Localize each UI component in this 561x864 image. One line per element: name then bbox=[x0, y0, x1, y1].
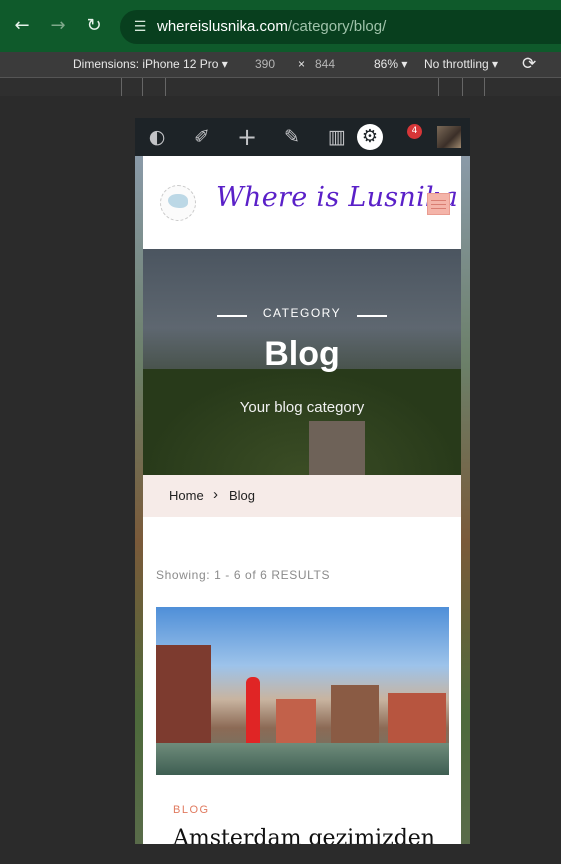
stats-icon[interactable]: ▥ bbox=[325, 126, 349, 148]
media-query-ruler bbox=[0, 78, 561, 96]
site-logo[interactable] bbox=[160, 185, 196, 221]
hero-kicker: CATEGORY bbox=[262, 306, 342, 320]
device-label: Dimensions: iPhone 12 Pro bbox=[73, 57, 219, 71]
device-select[interactable]: Dimensions: iPhone 12 Pro ▾ bbox=[73, 57, 228, 71]
category-hero: CATEGORY Blog Your blog category bbox=[143, 249, 461, 475]
breadcrumb-home[interactable]: Home bbox=[169, 488, 204, 503]
hamburger-menu-icon[interactable] bbox=[427, 193, 450, 215]
zoom-select[interactable]: 86% ▾ bbox=[374, 57, 407, 71]
house-shape bbox=[156, 645, 211, 745]
ruler-tick bbox=[121, 78, 122, 96]
zoom-value: 86% bbox=[374, 57, 399, 71]
settings-icon[interactable]: ⚙ bbox=[357, 124, 383, 150]
customize-icon[interactable]: ✐ bbox=[190, 126, 214, 148]
site-header: Where is Lusnika bbox=[143, 156, 461, 250]
device-toolbar: Dimensions: iPhone 12 Pro ▾ 390 × 844 86… bbox=[0, 52, 561, 78]
house-shape bbox=[276, 699, 316, 745]
ruler-tick bbox=[438, 78, 439, 96]
menu-line bbox=[431, 208, 446, 209]
address-bar[interactable]: ☰ whereislusnika.com/category/blog/ bbox=[120, 10, 561, 44]
reload-icon[interactable]: ↻ bbox=[80, 12, 108, 40]
hero-forest bbox=[143, 369, 461, 475]
post-title[interactable]: Amsterdam gezimizden bbox=[173, 826, 435, 844]
results-count: Showing: 1 - 6 of 6 RESULTS bbox=[156, 568, 331, 582]
device-viewport: ◐ ✐ + ✎ ▥ ⚙ 4 Where is Lusnika CATEGORY bbox=[135, 118, 470, 844]
chevron-down-icon: ▾ bbox=[401, 57, 408, 71]
house-shape bbox=[331, 685, 379, 745]
post-thumbnail[interactable] bbox=[156, 607, 449, 775]
ruler-tick bbox=[165, 78, 166, 96]
edit-icon[interactable]: ✎ bbox=[280, 126, 304, 148]
wp-admin-bar: ◐ ✐ + ✎ ▥ ⚙ 4 bbox=[135, 118, 470, 156]
breadcrumb: Home › Blog bbox=[143, 475, 461, 517]
house-shape bbox=[388, 693, 446, 745]
throttling-select[interactable]: No throttling ▾ bbox=[424, 57, 498, 71]
canal-water bbox=[156, 743, 449, 775]
post-category[interactable]: BLOG bbox=[173, 804, 210, 816]
throttling-value: No throttling bbox=[424, 57, 489, 71]
ruler-tick bbox=[142, 78, 143, 96]
back-icon[interactable]: ← bbox=[8, 12, 36, 40]
hero-subtitle: Your blog category bbox=[239, 399, 365, 416]
page-content: Where is Lusnika CATEGORY Blog Your blog… bbox=[143, 156, 461, 844]
rotate-icon[interactable]: ⟳ bbox=[522, 54, 536, 74]
page-title: Blog bbox=[264, 335, 340, 373]
forward-icon[interactable]: → bbox=[44, 12, 72, 40]
breadcrumb-current: Blog bbox=[229, 488, 256, 503]
chevron-right-icon: › bbox=[213, 486, 218, 503]
height-input[interactable]: 844 bbox=[315, 57, 335, 71]
bird-icon bbox=[168, 194, 188, 208]
chevron-down-icon: ▾ bbox=[221, 57, 228, 71]
dashboard-icon[interactable]: ◐ bbox=[145, 126, 169, 148]
hero-castle bbox=[309, 421, 365, 475]
menu-line bbox=[431, 204, 446, 205]
browser-toolbar: ← → ↻ ☰ whereislusnika.com/category/blog… bbox=[0, 0, 561, 52]
tune-icon[interactable]: ☰ bbox=[130, 17, 150, 37]
width-input[interactable]: 390 bbox=[255, 57, 275, 71]
ruler-tick bbox=[462, 78, 463, 96]
url-path: /category/blog/ bbox=[287, 18, 387, 35]
notification-badge[interactable]: 4 bbox=[407, 124, 422, 139]
times-sign: × bbox=[298, 57, 306, 71]
add-new-icon[interactable]: + bbox=[235, 125, 259, 149]
avatar[interactable] bbox=[437, 126, 461, 148]
ruler-tick bbox=[484, 78, 485, 96]
menu-line bbox=[431, 200, 446, 201]
url-domain: whereislusnika.com bbox=[157, 18, 288, 35]
url-text[interactable]: whereislusnika.com/category/blog/ bbox=[157, 18, 386, 35]
site-title[interactable]: Where is Lusnika bbox=[216, 182, 458, 213]
chevron-down-icon: ▾ bbox=[492, 57, 499, 71]
